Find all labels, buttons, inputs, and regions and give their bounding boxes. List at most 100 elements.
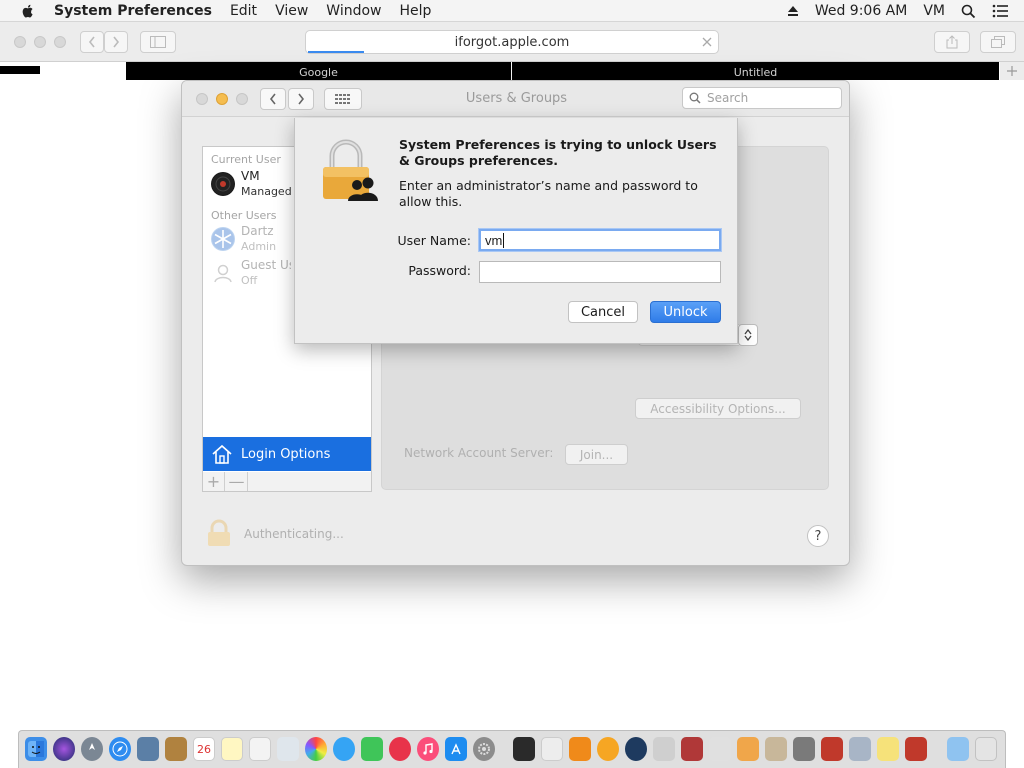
app-menu-system-preferences[interactable]: System Preferences xyxy=(54,3,212,19)
terminal-app-icon[interactable] xyxy=(793,737,815,761)
chevron-right-icon xyxy=(113,36,120,48)
safari-share-button[interactable] xyxy=(934,31,970,53)
current-user-role: Managed xyxy=(241,185,292,198)
keychain-icon[interactable] xyxy=(765,737,787,761)
url-text: iforgot.apple.com xyxy=(454,34,570,50)
username-label: User Name: xyxy=(397,233,471,248)
notification-center-icon[interactable] xyxy=(992,4,1008,18)
maps-icon[interactable] xyxy=(277,737,299,761)
compass-icon xyxy=(112,741,128,757)
dialog-message: Enter an administrator’s name and passwo… xyxy=(399,178,698,209)
preferences-search-field[interactable]: Search xyxy=(682,87,842,109)
news-icon[interactable] xyxy=(389,737,411,761)
username-value: vm xyxy=(485,232,503,248)
contacts-icon[interactable] xyxy=(165,737,187,761)
notes-icon[interactable] xyxy=(221,737,243,761)
unlock-button[interactable]: Unlock xyxy=(650,301,721,323)
reminders-icon[interactable] xyxy=(249,737,271,761)
avatar-guest xyxy=(211,261,235,285)
menu-bar: System Preferences Edit View Window Help… xyxy=(0,0,1024,22)
safari-toolbar: iforgot.apple.com xyxy=(0,22,1024,62)
menu-edit[interactable]: Edit xyxy=(230,3,257,19)
eject-icon[interactable] xyxy=(787,5,799,17)
tab-untitled-label: Untitled xyxy=(733,66,778,79)
person-avatar-icon xyxy=(214,264,232,283)
accessibility-options-button[interactable]: Accessibility Options... xyxy=(635,398,801,419)
safari-icon[interactable] xyxy=(109,737,131,761)
menu-window[interactable]: Window xyxy=(326,3,381,19)
current-user-name: VM xyxy=(241,169,260,183)
siri-icon[interactable] xyxy=(53,737,75,761)
trash-icon[interactable] xyxy=(975,737,997,761)
music-note-icon xyxy=(423,743,433,755)
login-options-label: Login Options xyxy=(241,446,331,462)
search-icon xyxy=(689,92,701,104)
safari-tabs-button[interactable] xyxy=(980,31,1016,53)
tab-google[interactable]: Google xyxy=(126,62,511,80)
users-list-footer: + — xyxy=(202,472,372,492)
record-avatar-icon xyxy=(212,173,234,195)
window-titlebar: Users & Groups Search xyxy=(182,81,849,117)
safari-close-button[interactable] xyxy=(14,36,26,48)
join-button[interactable]: Join... xyxy=(565,444,628,465)
script-editor-icon[interactable] xyxy=(541,737,563,761)
system-preferences-icon[interactable] xyxy=(473,737,495,761)
quicktime-icon[interactable] xyxy=(625,737,647,761)
disk-utility-icon[interactable] xyxy=(597,737,619,761)
finder-icon[interactable] xyxy=(25,737,47,761)
popup-stepper[interactable] xyxy=(738,324,758,346)
new-tab-button[interactable] xyxy=(1000,62,1024,80)
add-user-button[interactable]: + xyxy=(203,472,225,491)
calendar-icon[interactable]: 26 xyxy=(193,737,215,761)
photos-icon[interactable] xyxy=(305,737,327,761)
rocket-icon xyxy=(89,743,95,750)
facetime-icon[interactable] xyxy=(361,737,383,761)
tab-untitled[interactable]: Untitled xyxy=(512,62,999,80)
remove-user-button[interactable]: — xyxy=(226,472,248,491)
messages-icon[interactable] xyxy=(333,737,355,761)
sidebar-icon xyxy=(150,36,166,48)
music-icon[interactable] xyxy=(417,737,439,761)
status-area: Wed 9:06 AM VM xyxy=(787,0,1024,22)
preview-icon[interactable] xyxy=(137,737,159,761)
launchpad-icon[interactable] xyxy=(81,737,103,761)
house-icon xyxy=(212,444,232,464)
photo-booth-icon[interactable] xyxy=(821,737,843,761)
login-options-item[interactable]: Login Options xyxy=(203,437,371,471)
user-menu[interactable]: VM xyxy=(923,3,945,19)
app-store-a-icon xyxy=(451,743,461,755)
menu-view[interactable]: View xyxy=(275,3,308,19)
safari-zoom-button[interactable] xyxy=(54,36,66,48)
image-capture-icon[interactable] xyxy=(849,737,871,761)
menu-help[interactable]: Help xyxy=(400,3,432,19)
help-button[interactable]: ? xyxy=(807,525,829,547)
dialog-title: System Preferences is trying to unlock U… xyxy=(399,137,717,168)
apple-logo-icon[interactable] xyxy=(20,3,36,19)
cancel-button[interactable]: Cancel xyxy=(568,301,638,323)
username-field[interactable]: vm xyxy=(479,229,721,251)
safari-forward-button[interactable] xyxy=(104,31,128,53)
downloads-folder-icon[interactable] xyxy=(947,737,969,761)
stickies-icon[interactable] xyxy=(877,737,899,761)
unlock-dialog: System Preferences is trying to unlock U… xyxy=(294,118,738,344)
chess-icon[interactable] xyxy=(905,737,927,761)
safari-sidebar-button[interactable] xyxy=(140,31,176,53)
lock-icon[interactable] xyxy=(206,519,232,547)
dictionary-icon[interactable] xyxy=(681,737,703,761)
stop-loading-icon[interactable] xyxy=(702,37,712,47)
password-field[interactable] xyxy=(479,261,721,283)
password-label: Password: xyxy=(408,263,471,278)
utility-icon[interactable] xyxy=(709,737,731,761)
safari-minimize-button[interactable] xyxy=(34,36,46,48)
app-store-icon[interactable] xyxy=(445,737,467,761)
current-user-label: Current User xyxy=(211,153,281,166)
address-bar[interactable]: iforgot.apple.com xyxy=(305,30,719,54)
books-icon[interactable] xyxy=(569,737,591,761)
clock[interactable]: Wed 9:06 AM xyxy=(815,3,908,19)
home-icon[interactable] xyxy=(737,737,759,761)
tabs-overview-icon xyxy=(991,36,1005,48)
spotlight-search-icon[interactable] xyxy=(961,4,976,19)
safari-back-button[interactable] xyxy=(80,31,104,53)
activity-monitor-icon[interactable] xyxy=(513,737,535,761)
time-machine-icon[interactable] xyxy=(653,737,675,761)
